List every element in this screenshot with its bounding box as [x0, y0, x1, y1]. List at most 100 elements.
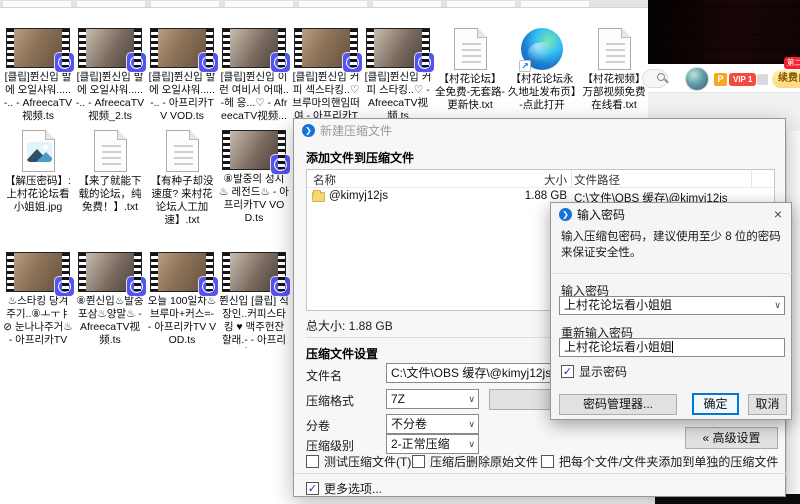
text-file-icon: [454, 28, 487, 70]
confirm-password-value: 上村花论坛看小姐姐: [564, 340, 672, 354]
desktop-icon-label: 오늘 100일차♨ 브루마+커스=- - 아프리카TV VOD.ts: [147, 295, 217, 347]
shortcut-arrow-icon: ↗: [519, 60, 531, 72]
desktop-icon-label: 【解压密码】: 上村花论坛看小姐姐.jpg: [3, 175, 73, 214]
password-value: 上村花论坛看小姐姐: [564, 298, 672, 312]
show-password-checkbox[interactable]: ✓ 显示密码: [561, 363, 627, 380]
text-file-icon: [166, 130, 199, 172]
vip-badge[interactable]: VIP 1: [729, 73, 756, 86]
desktop-icon-txt[interactable]: 【有种子却没速度? 来村花论坛人工加速】.txt: [146, 130, 218, 227]
column-size[interactable]: 大小: [544, 172, 567, 188]
video-thumbnail-icon: ▶: [78, 252, 142, 292]
cancel-button[interactable]: 取消: [748, 394, 787, 415]
desktop-icon-video[interactable]: ▶[클립]쮠신입 이런 여비서 어때..-헤 응...♡ - AfreecaTV…: [218, 28, 290, 124]
separate-archives-checkbox[interactable]: 把每个文件/文件夹添加到单独的压缩文件: [541, 453, 778, 470]
points-badge[interactable]: P: [714, 73, 727, 86]
desktop-icon-video[interactable]: ▶[클립]쮠신입 발에 오일샤워.....-.. - AfreecaTV视频.t…: [2, 28, 74, 124]
volume-select[interactable]: 不分卷 ∨: [386, 414, 479, 434]
desktop-icon-txt[interactable]: 【来了就能下载的论坛，纯免费！】.txt: [74, 130, 146, 227]
file-size: 1.88 GB: [525, 190, 567, 202]
bandizip-icon: ❯: [559, 208, 572, 221]
avatar[interactable]: [685, 67, 709, 91]
close-icon[interactable]: ×: [774, 206, 782, 222]
play-badge-icon: ▶: [55, 53, 74, 72]
checkbox-icon: [541, 455, 554, 468]
desktop-icon-label: 쮠신입 [클립] 직장인..커피스타킹 ♥ 맥주헌잔할래.- - 아프리카TV.…: [219, 295, 289, 348]
desktop-icon-label: [클립]쮠신입 발에 오일샤워.....-.. - AfreecaTV视频_2.…: [75, 71, 145, 123]
dialog-titlebar[interactable]: ❯ 输入密码: [551, 203, 791, 225]
desktop-icon-video[interactable]: ▶[클립]쮠신입 커피 스타킹..♡ - AfreecaTV视频.ts: [362, 28, 434, 124]
play-badge-icon: ▶: [343, 53, 362, 72]
desktop-icon-image[interactable]: 【解压密码】: 上村花论坛看小姐姐.jpg: [2, 130, 74, 227]
checkbox-label: 显示密码: [579, 363, 627, 380]
total-size-text: 总大小: 1.88 GB: [306, 317, 393, 334]
renew-membership-button[interactable]: 续费白金会员: [772, 70, 800, 88]
password-manager-button[interactable]: 密码管理器...: [559, 394, 677, 415]
confirm-password-input[interactable]: 上村花论坛看小姐姐: [559, 338, 785, 357]
archive-settings-section-title: 压缩文件设置: [306, 345, 378, 362]
image-file-icon: [22, 130, 55, 172]
desktop-icon-label: 【村花论坛】全免费-无套路-更新快.txt: [435, 73, 505, 112]
play-badge-icon: ▶: [199, 277, 218, 296]
add-files-section-title: 添加文件到压缩文件: [306, 149, 414, 166]
video-thumbnail-icon: ▶: [150, 252, 214, 292]
search-icon[interactable]: [657, 73, 665, 81]
background-window-tab-strip: [0, 0, 650, 8]
column-divider[interactable]: [751, 170, 752, 188]
checkbox-label: 更多选项...: [324, 480, 382, 497]
desktop-icon-video[interactable]: ▶⑧쮠신입♨발중포삼♨양말♨ - AfreecaTV视频.ts: [74, 252, 146, 348]
desktop-icon-label: 【村花视频】万部视频免费在线看.txt: [579, 73, 649, 112]
desktop-icon-video[interactable]: ▶쮠신입 [클립] 직장인..커피스타킹 ♥ 맥주헌잔할래.- - 아프리카TV…: [218, 252, 290, 348]
checkbox-label: 压缩后删除原始文件: [430, 453, 538, 470]
more-options-checkbox[interactable]: ✓ 更多选项...: [306, 480, 382, 497]
delete-after-checkbox[interactable]: 压缩后删除原始文件: [412, 453, 538, 470]
text-file-icon: [94, 130, 127, 172]
desktop-icon-label: 【有种子却没速度? 来村花论坛人工加速】.txt: [147, 175, 217, 227]
format-select[interactable]: 7Z ∨: [386, 389, 479, 409]
chevron-down-icon: ∨: [774, 297, 781, 314]
column-divider[interactable]: [571, 170, 572, 188]
desktop-icon-label: 【来了就能下载的论坛，纯免费！】.txt: [75, 175, 145, 214]
desktop-icon-video[interactable]: ▶⑧발중의 성지♨ 레전드♨ - 아프리카TV VOD.ts: [218, 130, 290, 227]
background-tab: [150, 0, 220, 7]
desktop-icon-video[interactable]: ▶오늘 100일차♨ 브루마+커스=- - 아프리카TV VOD.ts: [146, 252, 218, 348]
video-thumbnail-icon: ▶: [150, 28, 214, 68]
level-select[interactable]: 2-正常压缩 ∨: [386, 434, 479, 454]
column-name[interactable]: 名称: [313, 172, 336, 188]
background-tab: [372, 0, 442, 7]
desktop-icon-label: ♨스타킹 당겨주기..⑧ㅗㅜㅑ⊘ 눈나나주거♨ - 아프리카TV V...: [3, 295, 73, 348]
bandizip-icon: ❯: [302, 124, 315, 137]
desktop-icon-txt[interactable]: 【村花视频】万部视频免费在线看.txt: [578, 28, 650, 124]
password-input[interactable]: 上村花论坛看小姐姐 ∨: [559, 296, 785, 315]
desktop-icon-row-1: ▶[클립]쮠신입 발에 오일샤워.....-.. - AfreecaTV视频.t…: [2, 28, 650, 124]
video-thumbnail-icon: ▶: [6, 28, 70, 68]
desktop-icon-txt[interactable]: 【村花论坛】全免费-无套路-更新快.txt: [434, 28, 506, 124]
desktop-icon-edge[interactable]: ↗【村花论坛永久地址发布页】-点此打开: [506, 28, 578, 124]
desktop-icon-label: [클립]쮠신입 이런 여비서 어때..-헤 응...♡ - AfreecaTV视…: [219, 71, 289, 123]
play-badge-icon: ▶: [415, 53, 434, 72]
ok-button[interactable]: 确定: [692, 393, 739, 415]
browser-video-content: [648, 0, 800, 64]
background-tab: [2, 0, 72, 7]
folder-icon: [312, 192, 325, 202]
checkbox-checked-icon: ✓: [561, 365, 574, 378]
chevron-down-icon: ∨: [468, 415, 475, 433]
desktop-icon-video[interactable]: ▶♨스타킹 당겨주기..⑧ㅗㅜㅑ⊘ 눈나나주거♨ - 아프리카TV V...: [2, 252, 74, 348]
text-file-icon: [598, 28, 631, 70]
advanced-settings-button[interactable]: « 高级设置: [685, 427, 778, 449]
desktop-icon-row-3: ▶♨스타킹 당겨주기..⑧ㅗㅜㅑ⊘ 눈나나주거♨ - 아프리카TV V...▶⑧…: [2, 252, 290, 348]
desktop-icon-row-2: 【解压密码】: 上村花论坛看小姐姐.jpg【来了就能下载的论坛，纯免费！】.tx…: [2, 130, 290, 227]
background-tab: [298, 0, 368, 7]
desktop-icon-video[interactable]: ▶[클립]쮠신입 발에 오일샤워.....-.. - 아프리카TV VOD.ts: [146, 28, 218, 124]
desktop-icon-video[interactable]: ▶[클립]쮠신입 커피 섹스타킹..♡ 브루마의핸임떠여 - 아프리카TV VO…: [290, 28, 362, 124]
dialog-titlebar[interactable]: ❯ 新建压缩文件: [294, 119, 785, 141]
background-tab: [446, 0, 516, 7]
toolbar-mini-icon[interactable]: [757, 74, 768, 85]
desktop-icon-label: ⑧발중의 성지♨ 레전드♨ - 아프리카TV VOD.ts: [219, 173, 289, 225]
column-path[interactable]: 文件路径: [574, 172, 620, 188]
desktop-icon-video[interactable]: ▶[클립]쮠신입 발에 오일샤워.....-.. - AfreecaTV视频_2…: [74, 28, 146, 124]
test-archive-checkbox[interactable]: 测试压缩文件(T): [306, 453, 411, 470]
promo-ribbon: 第二件半价: [784, 57, 800, 69]
enter-password-dialog: ❯ 输入密码 × 输入压缩包密码，建议使用至少 8 位的密码来保证安全性。 输入…: [550, 202, 792, 420]
dialog-title: 输入密码: [577, 206, 625, 223]
browser-toolbar: P VIP 1 第二件半价 续费白金会员: [648, 64, 800, 93]
